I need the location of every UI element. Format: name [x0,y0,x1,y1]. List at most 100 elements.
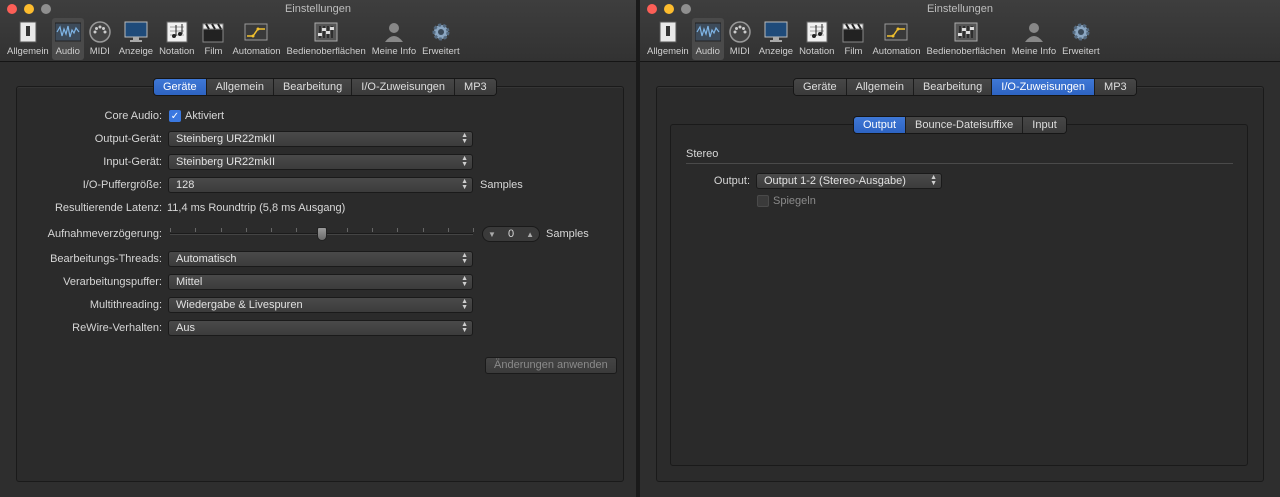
clapperboard-icon [200,20,226,44]
tab-mp3[interactable]: MP3 [1095,79,1136,95]
buffer-size-popup[interactable]: 128 ▲ ▼ [168,177,473,193]
latency-label: Resultierende Latenz: [54,202,162,214]
threads-popup[interactable]: Automatisch ▲ ▼ [168,251,473,267]
tab-general[interactable]: Allgemein [206,79,274,95]
multithreading-label: Multithreading: [89,299,162,311]
toolbar-film[interactable]: Film [197,18,229,60]
display-monitor-icon [123,20,149,44]
window-title: Einstellungen [284,3,352,15]
settings-window-devices: Einstellungen Allgemein Audio MIDI Anzei… [0,0,636,497]
tab-io-assignments[interactable]: I/O-Zuweisungen [352,79,456,95]
processing-buffer-label: Verarbeitungspuffer: [63,276,162,288]
midi-connector-icon [727,20,753,44]
processing-buffer-popup[interactable]: Mittel ▲ ▼ [168,274,473,290]
settings-window-io: Einstellungen Allgemein Audio MIDI Anzei… [640,0,1280,497]
toolbar-control-surfaces[interactable]: Bedienoberflächen [284,18,369,60]
toolbar-display[interactable]: Anzeige [756,18,796,60]
mirror-checkbox[interactable] [757,195,769,207]
recording-delay-knob[interactable] [316,227,327,241]
general-switch-icon [15,20,41,44]
slider-tick [296,228,298,232]
buffer-size-unit: Samples [480,179,523,191]
titlebar: Einstellungen Allgemein Audio MIDI Anzei… [0,0,636,62]
core-audio-checkbox-label: Aktiviert [185,110,225,122]
processing-buffer-row: Verarbeitungspuffer: Mittel ▲ ▼ [40,273,473,291]
tab-mp3[interactable]: MP3 [455,79,496,95]
toolbar-notation[interactable]: Notation [156,18,197,60]
increment-arrow-icon[interactable]: ▲ [526,230,534,239]
slider-tick [372,228,373,232]
mirror-row: Spiegeln [757,192,816,210]
apply-changes-button[interactable]: Änderungen anwenden [485,357,617,374]
toolbar-my-info[interactable]: Meine Info [369,18,419,60]
toolbar-audio[interactable]: Audio [51,18,84,60]
subtab-bounce-suffixes[interactable]: Bounce-Dateisuffixe [906,117,1024,133]
notation-icon [164,20,190,44]
output-device-popup[interactable]: Steinberg UR22mkII ▲ ▼ [168,131,473,147]
toolbar-control-surfaces[interactable]: Bedienoberflächen [924,18,1009,60]
toolbar-general[interactable]: Allgemein [644,18,692,60]
preferences-toolbar: Allgemein Audio MIDI Anzeige Notation Fi… [4,18,463,60]
gear-icon [1068,20,1094,44]
subtab-input[interactable]: Input [1023,117,1066,133]
toolbar-my-info[interactable]: Meine Info [1009,18,1059,60]
input-device-label: Input-Gerät: [103,156,162,168]
user-silhouette-icon [381,20,407,44]
titlebar: Einstellungen Allgemein Audio MIDI Anzei… [640,0,1280,62]
subtab-output[interactable]: Output [854,117,907,133]
output-popup[interactable]: Output 1-2 (Stereo-Ausgabe) ▲ ▼ [756,173,942,189]
general-switch-icon [655,20,681,44]
tab-editing[interactable]: Bearbeitung [913,79,993,95]
latency-row: Resultierende Latenz: 11,4 ms Roundtrip … [40,199,345,217]
automation-icon [883,20,909,44]
toolbar-midi[interactable]: MIDI [724,18,756,60]
recording-delay-unit: Samples [546,228,589,240]
tab-devices[interactable]: Geräte [154,79,207,95]
toolbar-automation[interactable]: Automation [229,18,283,60]
tab-devices[interactable]: Geräte [794,79,847,95]
popup-arrows-icon: ▲ ▼ [461,178,468,191]
core-audio-checkbox[interactable]: ✓ [169,110,181,122]
toolbar-advanced[interactable]: Erweitert [419,18,462,60]
slider-tick [271,228,272,232]
slider-tick [170,228,171,232]
tab-general[interactable]: Allgemein [846,79,914,95]
io-subtabs: Output Bounce-Dateisuffixe Input [853,116,1067,134]
tab-editing[interactable]: Bearbeitung [273,79,353,95]
decrement-arrow-icon[interactable]: ▼ [488,230,496,239]
multithreading-popup[interactable]: Wiedergabe & Livespuren ▲ ▼ [168,297,473,313]
section-divider [686,163,1233,164]
recording-delay-label: Aufnahmeverzögerung: [47,228,162,240]
toolbar-notation[interactable]: Notation [796,18,837,60]
popup-arrows-icon: ▲ ▼ [461,132,468,145]
core-audio-label: Core Audio: [104,110,162,122]
recording-delay-row: Aufnahmeverzögerung: [40,225,162,243]
automation-icon [243,20,269,44]
buffer-size-label: I/O-Puffergröße: [82,179,162,191]
gear-icon [428,20,454,44]
rewire-label: ReWire-Verhalten: [72,322,162,334]
recording-delay-value: 0 [507,228,515,240]
slider-tick [447,228,449,232]
slider-tick [245,228,247,232]
toolbar-audio[interactable]: Audio [691,18,724,60]
window-title: Einstellungen [926,3,994,15]
recording-delay-stepper[interactable]: ▼ 0 ▲ [482,226,540,242]
toolbar-advanced[interactable]: Erweitert [1059,18,1102,60]
control-surface-icon [953,20,979,44]
toolbar-display[interactable]: Anzeige [116,18,156,60]
toolbar-midi[interactable]: MIDI [84,18,116,60]
midi-connector-icon [87,20,113,44]
input-device-popup[interactable]: Steinberg UR22mkII ▲ ▼ [168,154,473,170]
rewire-popup[interactable]: Aus ▲ ▼ [168,320,473,336]
popup-arrows-icon: ▲ ▼ [461,298,468,311]
toolbar-general[interactable]: Allgemein [4,18,52,60]
toolbar-automation[interactable]: Automation [869,18,923,60]
output-device-label: Output-Gerät: [94,133,162,145]
threads-label: Bearbeitungs-Threads: [50,253,162,265]
tab-io-assignments[interactable]: I/O-Zuweisungen [992,79,1096,95]
control-surface-icon [313,20,339,44]
slider-tick [346,228,348,232]
audio-waveform-icon [54,20,81,44]
toolbar-film[interactable]: Film [837,18,869,60]
